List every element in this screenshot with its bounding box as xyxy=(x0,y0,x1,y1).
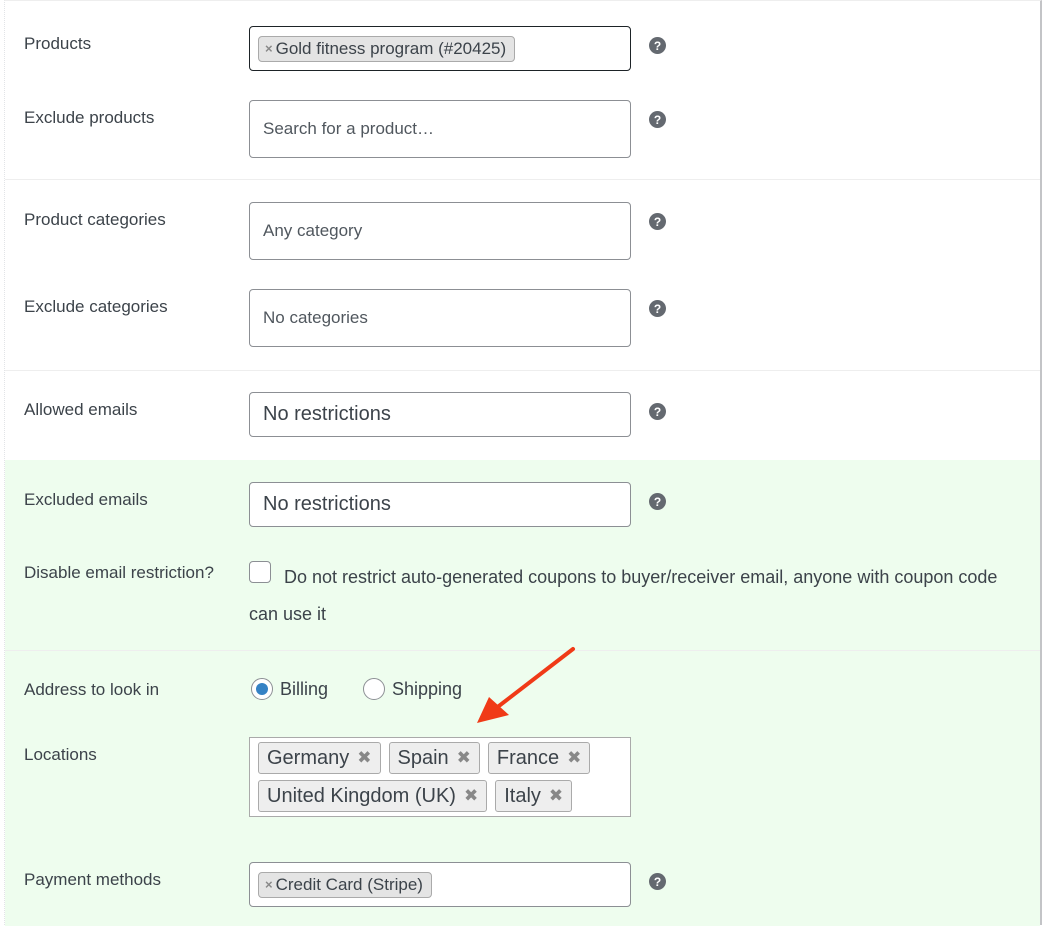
shipping-radio[interactable] xyxy=(363,678,385,700)
allowed-emails-label: Allowed emails xyxy=(24,400,138,419)
allowed-emails-section: Allowed emails No restrictions ? xyxy=(5,370,1040,461)
remove-location-icon[interactable]: ✖ xyxy=(549,786,563,806)
billing-radio-label[interactable]: Billing xyxy=(280,679,328,700)
locations-label: Locations xyxy=(24,745,97,764)
allowed-emails-input[interactable]: No restrictions xyxy=(249,392,631,437)
coupon-usage-restriction-panel: Products × Gold fitness program (#20425)… xyxy=(4,0,1042,926)
exclude-categories-placeholder: No categories xyxy=(263,308,368,327)
remove-location-icon[interactable]: ✖ xyxy=(567,748,581,768)
help-icon[interactable]: ? xyxy=(649,213,666,230)
payment-method-chip[interactable]: × Credit Card (Stripe) xyxy=(258,871,432,898)
products-select[interactable]: × Gold fitness program (#20425) xyxy=(249,26,631,71)
locations-select[interactable]: Germany ✖ Spain ✖ France ✖ United Kingdo… xyxy=(249,737,631,817)
help-icon[interactable]: ? xyxy=(649,493,666,510)
location-chip[interactable]: Spain ✖ xyxy=(388,742,480,774)
help-icon[interactable]: ? xyxy=(649,37,666,54)
categories-section: Product categories Any category ? Exclud… xyxy=(5,179,1040,371)
product-categories-placeholder: Any category xyxy=(263,221,363,240)
product-chip-label: Gold fitness program (#20425) xyxy=(275,38,507,58)
help-icon[interactable]: ? xyxy=(649,873,666,890)
shipping-radio-label[interactable]: Shipping xyxy=(392,679,462,700)
product-chip[interactable]: × Gold fitness program (#20425) xyxy=(258,35,516,62)
location-chip[interactable]: France ✖ xyxy=(487,742,591,774)
locations-row: United Kingdom (UK) ✖ Italy ✖ xyxy=(258,780,630,812)
location-chip[interactable]: Italy ✖ xyxy=(495,780,573,812)
product-categories-label: Product categories xyxy=(24,210,166,229)
remove-chip-icon[interactable]: × xyxy=(265,41,273,56)
disable-email-restriction-description: Do not restrict auto-generated coupons t… xyxy=(249,567,998,624)
location-chip-label: Italy xyxy=(504,784,541,807)
products-section: Products × Gold fitness program (#20425)… xyxy=(5,1,1040,180)
excluded-emails-label: Excluded emails xyxy=(24,490,148,509)
remove-location-icon[interactable]: ✖ xyxy=(457,748,471,768)
address-to-look-in-label: Address to look in xyxy=(24,680,160,699)
allowed-emails-placeholder: No restrictions xyxy=(263,403,391,425)
excluded-emails-placeholder: No restrictions xyxy=(263,493,391,515)
products-label: Products xyxy=(24,34,92,53)
disable-email-restriction-label: Disable email restriction? xyxy=(24,563,214,582)
annotation-arrow-icon xyxy=(477,647,575,723)
remove-location-icon[interactable]: ✖ xyxy=(357,748,371,768)
exclude-categories-input[interactable]: No categories xyxy=(249,289,631,347)
exclude-products-placeholder: Search for a product… xyxy=(263,119,435,138)
remove-chip-icon[interactable]: × xyxy=(265,877,273,892)
location-chip-label: France xyxy=(496,746,560,769)
payment-methods-label: Payment methods xyxy=(24,870,162,889)
location-chip-label: Spain xyxy=(397,746,449,769)
excluded-emails-input[interactable]: No restrictions xyxy=(249,482,631,527)
locations-row: Germany ✖ Spain ✖ France ✖ xyxy=(258,742,630,774)
billing-radio[interactable] xyxy=(251,678,273,700)
exclude-categories-label: Exclude categories xyxy=(24,297,168,316)
payment-method-chip-label: Credit Card (Stripe) xyxy=(275,874,423,894)
payment-methods-select[interactable]: × Credit Card (Stripe) xyxy=(249,862,631,907)
help-icon[interactable]: ? xyxy=(649,403,666,420)
exclude-products-input[interactable]: Search for a product… xyxy=(249,100,631,158)
location-chip-label: Germany xyxy=(267,746,350,769)
payment-methods-section: Payment methods × Credit Card (Stripe) ? xyxy=(5,839,1040,926)
location-chip-label: United Kingdom (UK) xyxy=(267,784,456,807)
location-chip[interactable]: Germany ✖ xyxy=(258,742,381,774)
location-chip[interactable]: United Kingdom (UK) ✖ xyxy=(258,780,488,812)
product-categories-input[interactable]: Any category xyxy=(249,202,631,260)
help-icon[interactable]: ? xyxy=(649,300,666,317)
exclude-products-label: Exclude products xyxy=(24,108,155,127)
help-icon[interactable]: ? xyxy=(649,111,666,128)
remove-location-icon[interactable]: ✖ xyxy=(464,786,478,806)
